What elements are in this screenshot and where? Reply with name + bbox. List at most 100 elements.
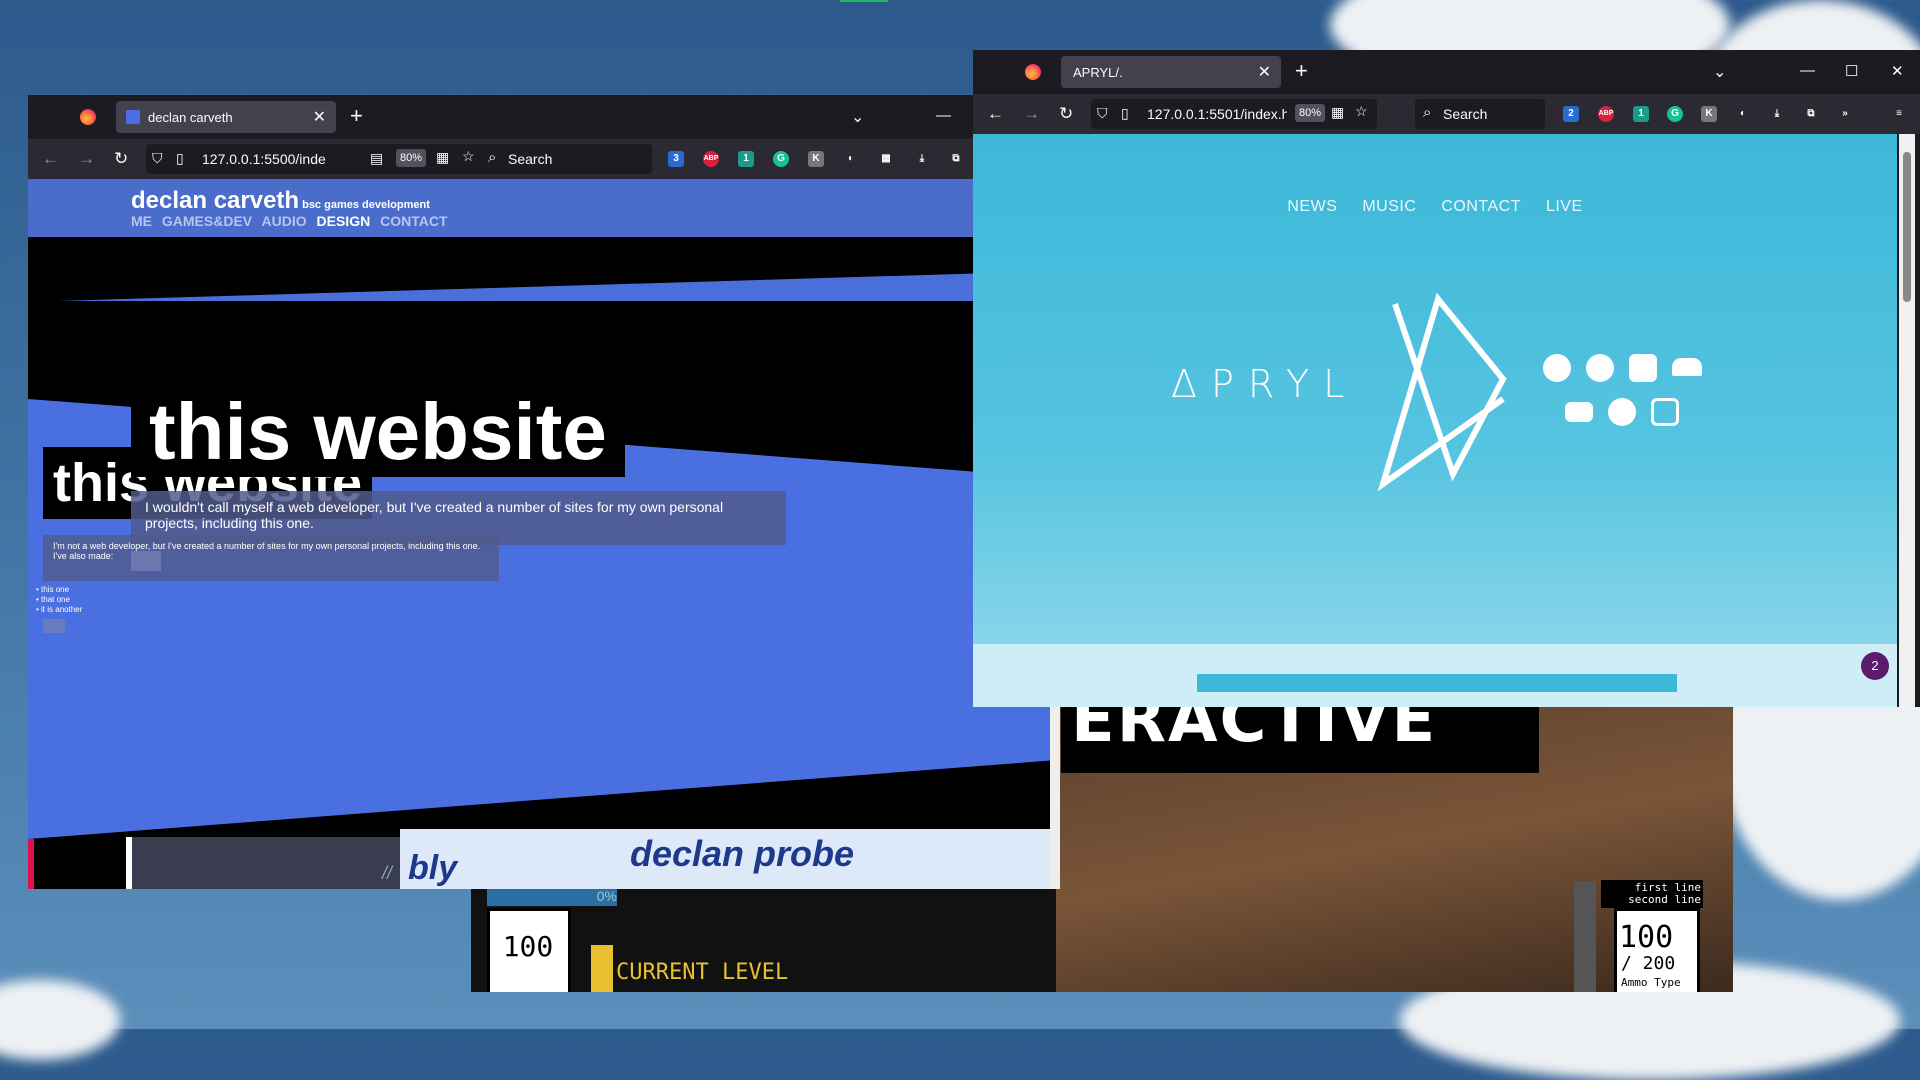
close-window-icon[interactable]: ✕ bbox=[1891, 62, 1904, 80]
site-wordmark: ΔPRYL bbox=[1171, 362, 1359, 406]
search-input[interactable]: ⌕ Search bbox=[480, 144, 652, 174]
url-bar[interactable]: ⛉ ▯ 127.0.0.1:5500/inde ▤ 80% ▦ ☆ bbox=[146, 144, 486, 174]
page-icon: ▯ bbox=[1121, 105, 1129, 121]
desktop-cloud bbox=[0, 980, 120, 1060]
nav-link-contact[interactable]: CONTACT bbox=[380, 213, 447, 229]
tab-label: declan carveth bbox=[148, 110, 233, 125]
back-icon[interactable]: ← bbox=[42, 149, 59, 169]
forward-icon[interactable]: → bbox=[78, 149, 95, 169]
instagram-icon[interactable] bbox=[1651, 398, 1679, 426]
extension-icon[interactable]: K bbox=[1701, 106, 1717, 122]
spotify-icon[interactable] bbox=[1586, 354, 1614, 382]
close-icon[interactable]: ✕ bbox=[1258, 62, 1271, 82]
soundcloud-icon[interactable] bbox=[1672, 358, 1702, 376]
bandcamp-icon[interactable] bbox=[1543, 354, 1571, 382]
new-tab-icon[interactable]: + bbox=[1295, 58, 1308, 84]
extension-icon[interactable]: 2 bbox=[1563, 106, 1579, 122]
hud-notes: first line second line bbox=[1601, 880, 1703, 908]
new-tab-icon[interactable]: + bbox=[350, 103, 363, 129]
facebook-icon[interactable] bbox=[1608, 398, 1636, 426]
extension-icon[interactable]: 3 bbox=[668, 151, 684, 167]
nav-link-audio[interactable]: AUDIO bbox=[262, 213, 307, 229]
bookmark-star-icon[interactable]: ☆ bbox=[1355, 103, 1368, 120]
notification-badge[interactable]: 2 bbox=[1861, 652, 1889, 680]
url-text: 127.0.0.1:5500/inde bbox=[202, 151, 326, 167]
grid-icon[interactable]: ▦ bbox=[436, 149, 449, 166]
close-icon[interactable]: ✕ bbox=[313, 107, 326, 127]
extension-icon[interactable]: 1 bbox=[1633, 106, 1649, 122]
extension-icon[interactable]: ▦ bbox=[878, 151, 894, 167]
reload-icon[interactable]: ↻ bbox=[114, 149, 128, 169]
overflow-icon[interactable]: » bbox=[1837, 106, 1853, 122]
nav-link-contact[interactable]: CONTACT bbox=[1441, 198, 1521, 215]
apple-music-icon[interactable] bbox=[1629, 354, 1657, 382]
adblock-icon[interactable]: ABP bbox=[1598, 106, 1614, 122]
page-content: NEWS MUSIC CONTACT LIVE ΔPRYL 2 bbox=[973, 134, 1897, 707]
forward-icon[interactable]: → bbox=[1023, 104, 1040, 124]
tab-declan-carveth[interactable]: declan carveth ✕ bbox=[116, 101, 336, 133]
list-item[interactable]: that one bbox=[36, 595, 82, 605]
list-item[interactable]: this one bbox=[36, 585, 82, 595]
extensions-icon[interactable]: ⧉ bbox=[948, 151, 964, 167]
zoom-level[interactable]: 80% bbox=[1295, 104, 1326, 122]
menu-icon[interactable]: ≡ bbox=[1891, 106, 1907, 122]
extension-icon[interactable]: 1 bbox=[738, 151, 754, 167]
tab-apryl[interactable]: APRYL/. ✕ bbox=[1061, 56, 1281, 88]
url-bar[interactable]: ⛉ ▯ 127.0.0.1:5501/index.h 80% ▦ ☆ bbox=[1091, 99, 1377, 129]
thumbnail-placeholder bbox=[131, 551, 161, 571]
nav-link-live[interactable]: LIVE bbox=[1546, 198, 1583, 215]
project-card[interactable]: bly declan probe bbox=[400, 829, 1060, 889]
youtube-icon[interactable] bbox=[1565, 402, 1593, 422]
card-text: bly bbox=[408, 849, 458, 887]
download-icon[interactable]: ⤓ bbox=[1769, 106, 1785, 122]
search-input[interactable]: ⌕ Search bbox=[1415, 99, 1545, 129]
grammarly-icon[interactable]: G bbox=[1667, 106, 1683, 122]
back-icon[interactable]: ← bbox=[987, 104, 1004, 124]
search-icon: ⌕ bbox=[1423, 104, 1432, 121]
nav-link-news[interactable]: NEWS bbox=[1287, 198, 1337, 215]
extensions-icon[interactable]: ⧉ bbox=[1803, 106, 1819, 122]
shield-icon: ⛉ bbox=[152, 150, 163, 166]
maximize-icon[interactable]: ☐ bbox=[1845, 62, 1858, 80]
scrollbar[interactable] bbox=[1899, 134, 1915, 707]
minimize-icon[interactable]: — bbox=[936, 107, 951, 124]
nav-link-games[interactable]: GAMES&DEV bbox=[162, 213, 252, 229]
also-made-text: I've also made: bbox=[53, 551, 114, 561]
hud-ammo-bar bbox=[1574, 881, 1596, 992]
chevron-down-icon[interactable]: ⌄ bbox=[1713, 62, 1726, 82]
reload-icon[interactable]: ↻ bbox=[1059, 104, 1073, 124]
favicon-icon bbox=[126, 110, 140, 124]
minimize-icon[interactable]: — bbox=[1800, 62, 1815, 79]
grammarly-icon[interactable]: G bbox=[773, 151, 789, 167]
nav-link-me[interactable]: ME bbox=[131, 213, 152, 229]
browser-window-right[interactable]: APRYL/. ✕ + ⌄ — ☐ ✕ ← → ↻ ⛉ ▯ 127.0.0.1:… bbox=[973, 50, 1920, 707]
site-header: declan carveth bsc games development ME G… bbox=[28, 179, 1060, 237]
taskbar-indicator bbox=[840, 0, 888, 2]
tab-bar: APRYL/. ✕ + ⌄ — ☐ ✕ bbox=[973, 50, 1920, 94]
adblock-icon[interactable]: ABP bbox=[703, 151, 719, 167]
project-card[interactable]: // bbox=[126, 837, 402, 889]
bookmark-star-icon[interactable]: ☆ bbox=[462, 148, 475, 165]
scrollbar-thumb[interactable] bbox=[1903, 152, 1911, 302]
decorative-strip bbox=[28, 839, 34, 889]
game-banner: ERACTIVE bbox=[1061, 698, 1539, 773]
firefox-icon bbox=[80, 109, 96, 125]
hud-note-line: second line bbox=[1628, 893, 1701, 906]
apryl-logo-icon bbox=[1377, 292, 1507, 492]
list-item[interactable]: it is another bbox=[36, 605, 82, 615]
nav-link-music[interactable]: MUSIC bbox=[1362, 198, 1416, 215]
nav-link-design[interactable]: DESIGN bbox=[317, 213, 371, 229]
search-icon: ⌕ bbox=[488, 149, 497, 166]
reader-icon[interactable]: ▤ bbox=[370, 150, 383, 167]
download-icon[interactable]: ⤓ bbox=[914, 151, 930, 167]
zoom-level[interactable]: 80% bbox=[396, 149, 427, 167]
extension-icon[interactable]: K bbox=[808, 151, 824, 167]
extension-icon[interactable]: ◐ bbox=[843, 151, 859, 167]
grid-icon[interactable]: ▦ bbox=[1331, 104, 1344, 121]
tab-bar: declan carveth ✕ + ⌄ — bbox=[28, 95, 1060, 139]
extension-icon[interactable]: ◐ bbox=[1735, 106, 1751, 122]
site-subtitle: bsc games development bbox=[302, 199, 430, 211]
chevron-down-icon[interactable]: ⌄ bbox=[851, 107, 864, 127]
browser-window-left[interactable]: declan carveth ✕ + ⌄ — ← → ↻ ⛉ ▯ 127.0.0… bbox=[28, 95, 1060, 889]
hud-level-label: CURRENT LEVEL bbox=[616, 960, 789, 985]
